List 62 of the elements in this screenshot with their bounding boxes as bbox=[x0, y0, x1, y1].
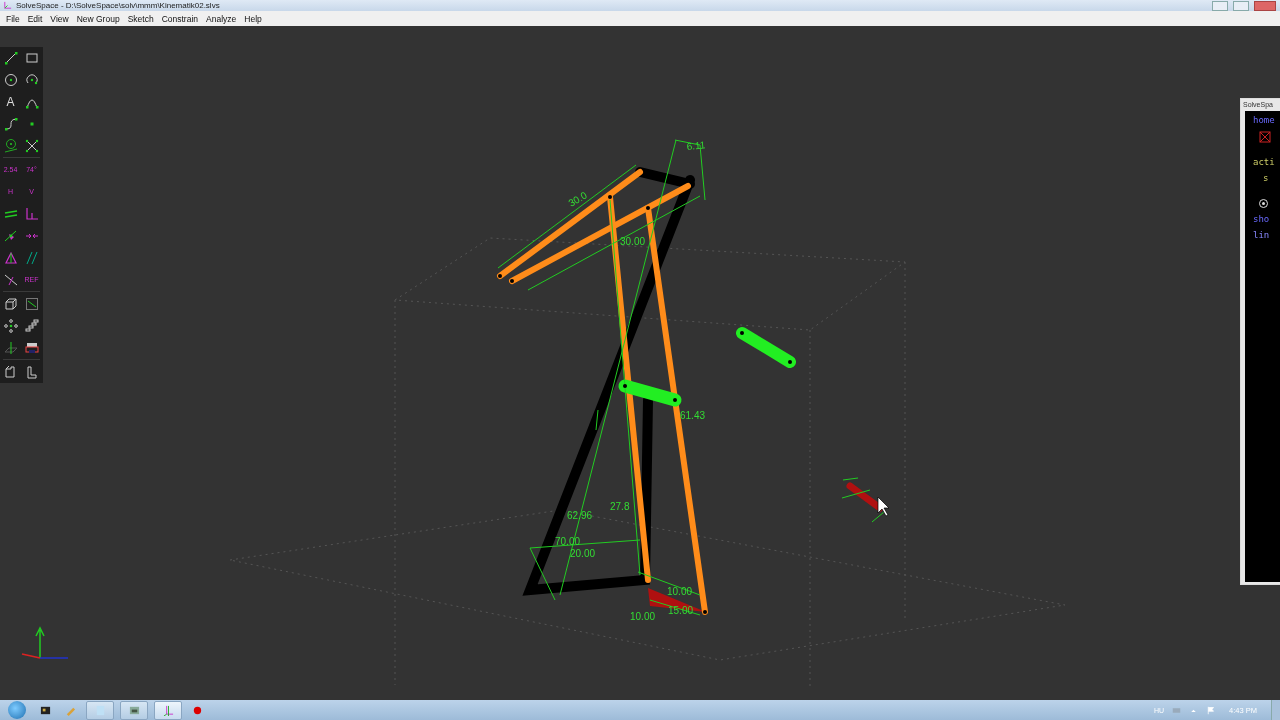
dimension-label[interactable]: 15.00 bbox=[668, 605, 694, 616]
list-text: s bbox=[1262, 173, 1270, 183]
menu-item[interactable]: Help bbox=[240, 13, 266, 24]
l-shape-icon bbox=[24, 364, 39, 379]
menu-item[interactable]: File bbox=[2, 13, 24, 24]
rectangle-icon bbox=[24, 50, 39, 65]
tool-button[interactable] bbox=[22, 318, 41, 333]
strike-icon bbox=[3, 272, 18, 287]
dimension-label[interactable]: 61.43 bbox=[680, 410, 706, 421]
lathe-icon bbox=[3, 318, 18, 333]
app-icon[interactable] bbox=[40, 704, 51, 716]
tool-button[interactable] bbox=[1, 318, 20, 333]
dimension-label[interactable]: 6.11 bbox=[686, 139, 706, 152]
dimension-label[interactable]: 62.96 bbox=[567, 510, 593, 521]
menu-item[interactable]: Edit bbox=[23, 13, 47, 24]
menu-item[interactable]: Constrain bbox=[157, 13, 203, 24]
menu-item[interactable]: Analyze bbox=[202, 13, 241, 24]
link[interactable]: sho bbox=[1245, 214, 1280, 224]
dimension-label[interactable]: 27.8 bbox=[610, 501, 630, 512]
printer-icon bbox=[24, 340, 39, 355]
dimension-label[interactable]: 30.0 bbox=[566, 189, 589, 209]
perpendicular-icon bbox=[24, 206, 39, 221]
error-icon bbox=[1259, 131, 1271, 143]
dimension-label[interactable]: 30.00 bbox=[620, 236, 646, 247]
document-icon bbox=[94, 704, 106, 716]
record-icon[interactable] bbox=[192, 704, 203, 716]
window-icon bbox=[128, 704, 140, 716]
window-title: SolveSpace - D:\SolveSpace\solv\mmm\Kinematik02.slvs bbox=[16, 1, 220, 10]
taskbar-button[interactable] bbox=[120, 700, 148, 720]
midpoint-icon bbox=[3, 228, 18, 243]
section-heading: acti bbox=[1252, 157, 1276, 167]
axis-icon bbox=[21, 626, 69, 659]
axes-icon bbox=[162, 704, 174, 716]
arc-icon bbox=[24, 72, 39, 87]
tool-button[interactable] bbox=[22, 340, 41, 355]
link-drawing bbox=[841, 477, 885, 523]
curve-icon bbox=[3, 116, 18, 131]
triangle-icon bbox=[3, 250, 18, 265]
start-button[interactable] bbox=[8, 701, 26, 719]
split-icon bbox=[24, 138, 39, 153]
list-text: lin bbox=[1252, 230, 1271, 240]
workplane-icon bbox=[24, 296, 39, 311]
cursor-icon bbox=[877, 496, 890, 517]
link[interactable]: home bbox=[1245, 115, 1280, 125]
menu-item[interactable]: New Group bbox=[72, 13, 124, 24]
dimension-label[interactable]: 20.00 bbox=[570, 548, 596, 559]
parallel-lines-icon bbox=[24, 250, 39, 265]
section-icon bbox=[3, 340, 18, 355]
dimension-label[interactable]: 70.00 bbox=[555, 536, 581, 547]
taskbar-button[interactable] bbox=[154, 700, 182, 720]
link-drawing bbox=[736, 327, 796, 368]
box-icon bbox=[3, 296, 18, 311]
steps-icon bbox=[24, 318, 39, 333]
menu-item[interactable]: View bbox=[46, 13, 73, 24]
dimension-label[interactable]: 10.00 bbox=[630, 611, 656, 622]
menu-item[interactable]: Sketch bbox=[123, 13, 158, 24]
tool-button[interactable]: A bbox=[1, 94, 20, 109]
construction-circle-icon bbox=[3, 138, 18, 153]
close-button[interactable] bbox=[1254, 0, 1276, 11]
app-icon bbox=[3, 1, 12, 10]
circle-icon bbox=[3, 72, 18, 87]
line-icon bbox=[3, 50, 18, 65]
